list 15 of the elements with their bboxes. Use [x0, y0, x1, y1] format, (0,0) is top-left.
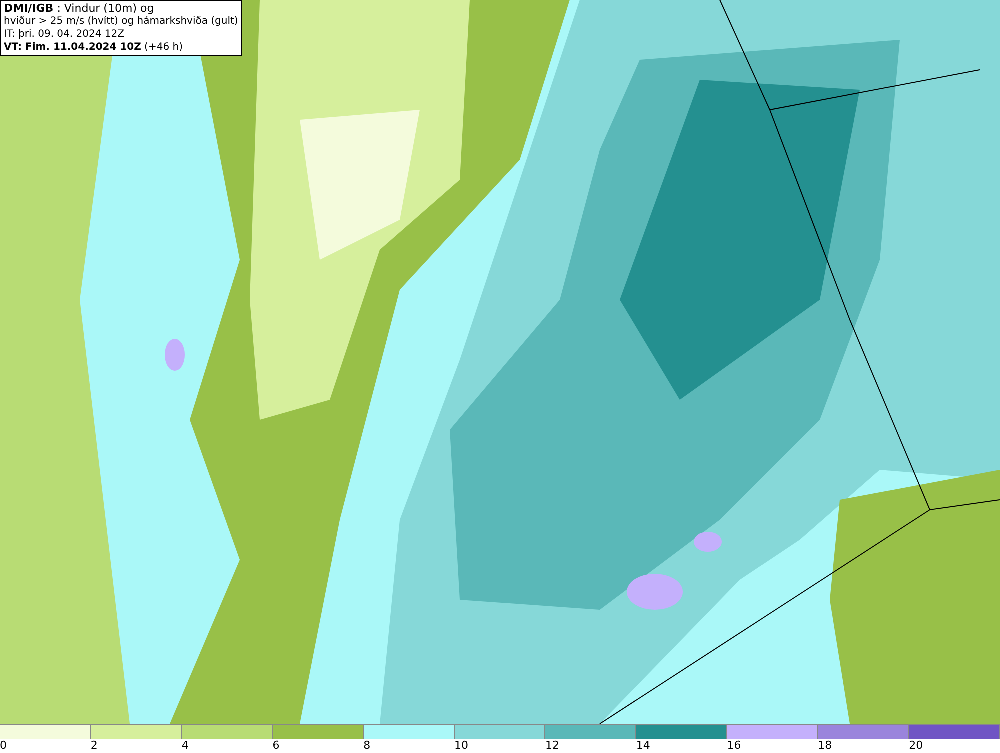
- legend-label: 20: [909, 739, 924, 753]
- title-line: hviður > 25 m/s (hvítt) og hámarkshviða (gult): [4, 15, 238, 28]
- legend-label: 16: [727, 739, 742, 753]
- legend-label: 18: [818, 739, 832, 753]
- title-line: DMI/IGB : Vindur (10m) og: [4, 2, 154, 15]
- legend-label: 6: [272, 739, 280, 753]
- legend-label: 14: [636, 739, 650, 753]
- title-line: VT: Fim. 11.04.2024 10Z (+46 h): [4, 41, 183, 54]
- legend-label: 2: [90, 739, 98, 753]
- legend-label: 10: [454, 739, 469, 753]
- legend-label: 8: [364, 739, 371, 753]
- legend-label: 12: [545, 739, 560, 753]
- legend-label: 0: [0, 739, 7, 753]
- title-line: IT: þri. 09. 04. 2024 12Z: [4, 28, 124, 41]
- legend-label: 4: [182, 739, 189, 753]
